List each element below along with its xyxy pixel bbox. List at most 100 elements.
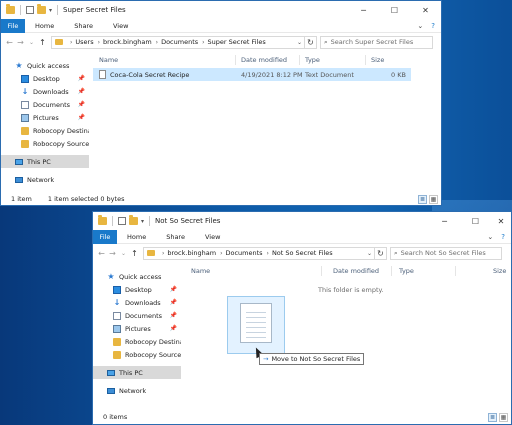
column-name[interactable]: Name <box>191 264 210 277</box>
text-file-icon <box>99 70 106 79</box>
tab-share[interactable]: Share <box>64 19 103 33</box>
breadcrumb-documents[interactable]: Documents <box>161 38 198 46</box>
title-bar[interactable]: ▾ Super Secret Files ─ ☐ ✕ <box>1 1 441 19</box>
pin-icon: 📌 <box>169 299 177 306</box>
minimize-button[interactable]: ─ <box>429 212 460 230</box>
search-placeholder: Search Super Secret Files <box>330 38 414 46</box>
item-count: 1 item <box>11 195 32 203</box>
column-date-modified[interactable]: Date modified <box>241 53 287 66</box>
file-date: 4/19/2021 8:12 PM <box>241 70 303 79</box>
details-view-button[interactable]: ≣ <box>488 412 497 422</box>
refresh-button[interactable]: ↻ <box>305 35 317 49</box>
pin-icon: 📌 <box>77 101 85 108</box>
expand-ribbon-icon[interactable]: ⌄ <box>417 22 423 30</box>
recent-dropdown-icon[interactable]: ⌄ <box>118 246 129 260</box>
address-bar[interactable]: › brock.bingham › Documents › Not So Sec… <box>143 246 375 260</box>
navigation-pane: ★ Quick access Desktop 📌 ↓ Downloads 📌 Docum… <box>1 53 89 191</box>
search-input[interactable]: ⌕ Search Super Secret Files <box>320 35 433 49</box>
maximize-button[interactable]: ☐ <box>379 1 410 19</box>
explorer-window-not-so-secret: ▾ Not So Secret Files ─ ☐ ✕ File Home Sh… <box>92 211 512 425</box>
column-size[interactable]: Size <box>493 264 506 277</box>
nav-pictures[interactable]: Pictures 📌 <box>93 322 181 335</box>
column-size[interactable]: Size <box>371 53 384 66</box>
column-type[interactable]: Type <box>399 264 414 277</box>
minimize-button[interactable]: ─ <box>348 1 379 19</box>
folder-icon <box>55 39 63 45</box>
desktop-icon <box>21 74 29 83</box>
nav-network[interactable]: Network <box>93 384 181 397</box>
nav-downloads[interactable]: ↓ Downloads 📌 <box>93 296 181 309</box>
close-button[interactable]: ✕ <box>410 1 441 19</box>
up-button[interactable]: ↑ <box>129 246 140 260</box>
this-pc-icon <box>15 158 23 165</box>
folder-icon <box>113 350 121 359</box>
nav-this-pc[interactable]: This PC <box>1 155 89 168</box>
breadcrumb-user[interactable]: brock.bingham <box>103 38 152 46</box>
tab-view[interactable]: View <box>195 230 230 244</box>
nav-documents[interactable]: Documents 📌 <box>1 98 89 111</box>
nav-desktop[interactable]: Desktop 📌 <box>93 283 181 296</box>
close-button[interactable]: ✕ <box>491 212 511 230</box>
breadcrumb-documents[interactable]: Documents <box>225 249 262 257</box>
properties-icon[interactable] <box>118 217 126 225</box>
properties-icon[interactable] <box>26 6 34 14</box>
tab-home[interactable]: Home <box>117 230 156 244</box>
nav-pictures[interactable]: Pictures 📌 <box>1 111 89 124</box>
nav-robocopy-destination[interactable]: Robocopy Destinati <box>93 335 181 348</box>
details-view-button[interactable]: ≣ <box>418 194 427 204</box>
tab-home[interactable]: Home <box>25 19 64 33</box>
column-date-modified[interactable]: Date modified <box>333 264 379 277</box>
folder-icon <box>6 4 15 14</box>
address-bar[interactable]: › Users › brock.bingham › Documents › Su… <box>51 35 305 49</box>
tab-view[interactable]: View <box>103 19 138 33</box>
nav-quick-access[interactable]: ★ Quick access <box>93 270 181 283</box>
refresh-button[interactable]: ↻ <box>375 246 387 260</box>
forward-button[interactable]: → <box>107 246 118 260</box>
nav-robocopy-source[interactable]: Robocopy Source <box>93 348 181 361</box>
qat-dropdown-icon[interactable]: ▾ <box>49 7 52 14</box>
explorer-window-super-secret: ▾ Super Secret Files ─ ☐ ✕ File Home Sha… <box>0 0 442 206</box>
column-type[interactable]: Type <box>305 53 320 66</box>
recent-dropdown-icon[interactable]: ⌄ <box>26 35 37 49</box>
maximize-button[interactable]: ☐ <box>460 212 491 230</box>
back-button[interactable]: ← <box>96 246 107 260</box>
nav-robocopy-source[interactable]: Robocopy Source <box>1 137 89 150</box>
status-bar: 1 item 1 item selected 0 bytes ≣ ▦ <box>1 192 441 205</box>
nav-documents[interactable]: Documents 📌 <box>93 309 181 322</box>
help-icon[interactable]: ? <box>501 233 505 241</box>
title-bar[interactable]: ▾ Not So Secret Files ─ ☐ ✕ <box>93 212 511 230</box>
address-dropdown-icon[interactable]: ⌄ <box>295 39 304 46</box>
breadcrumb-users[interactable]: Users <box>75 38 93 46</box>
breadcrumb-current[interactable]: Super Secret Files <box>208 38 266 46</box>
tab-share[interactable]: Share <box>156 230 195 244</box>
up-button[interactable]: ↑ <box>37 35 48 49</box>
file-type: Text Document <box>305 70 354 79</box>
breadcrumb-user[interactable]: brock.bingham <box>167 249 216 257</box>
this-pc-icon <box>107 369 115 376</box>
help-icon[interactable]: ? <box>431 22 435 30</box>
back-button[interactable]: ← <box>4 35 15 49</box>
tab-file[interactable]: File <box>1 18 25 33</box>
nav-desktop[interactable]: Desktop 📌 <box>1 72 89 85</box>
nav-quick-access[interactable]: ★ Quick access <box>1 59 89 72</box>
expand-ribbon-icon[interactable]: ⌄ <box>487 233 493 241</box>
address-row: ← → ⌄ ↑ › Users › brock.bingham › Docume… <box>1 34 441 50</box>
file-row[interactable]: Coca-Cola Secret Recipe 4/19/2021 8:12 P… <box>93 68 411 81</box>
documents-icon <box>21 100 29 109</box>
search-placeholder: Search Not So Secret Files <box>400 249 486 257</box>
tab-file[interactable]: File <box>93 229 117 244</box>
column-name[interactable]: Name <box>99 53 118 66</box>
nav-network[interactable]: Network <box>1 173 89 186</box>
nav-robocopy-destination[interactable]: Robocopy Destinati <box>1 124 89 137</box>
large-icons-view-button[interactable]: ▦ <box>499 412 508 422</box>
new-folder-icon[interactable] <box>129 215 138 225</box>
search-input[interactable]: ⌕ Search Not So Secret Files <box>390 246 502 260</box>
breadcrumb-current[interactable]: Not So Secret Files <box>272 249 333 257</box>
forward-button[interactable]: → <box>15 35 26 49</box>
nav-this-pc[interactable]: This PC <box>93 366 181 379</box>
large-icons-view-button[interactable]: ▦ <box>429 194 438 204</box>
qat-dropdown-icon[interactable]: ▾ <box>141 218 144 225</box>
address-dropdown-icon[interactable]: ⌄ <box>365 250 374 257</box>
new-folder-icon[interactable] <box>37 4 46 14</box>
nav-downloads[interactable]: ↓ Downloads 📌 <box>1 85 89 98</box>
